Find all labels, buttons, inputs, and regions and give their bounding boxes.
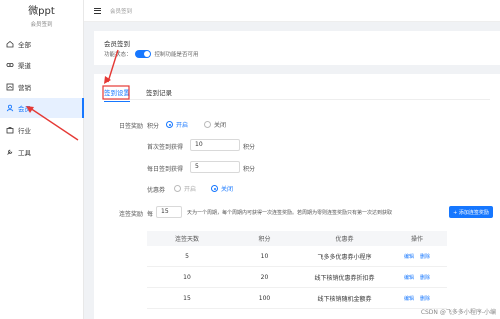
first-sign-unit: 积分	[243, 144, 256, 151]
daily-sign-label: 每日签到获得	[147, 166, 184, 173]
coupon-on-radio[interactable]: 开启	[174, 184, 196, 193]
coupon-cell: 线下核销优惠券折扣券	[314, 274, 375, 282]
sidebar-item-label: 行业	[18, 127, 31, 135]
days-cell: 10	[183, 273, 191, 281]
edit-link[interactable]: 编辑	[404, 254, 414, 260]
sidebar-item-label: 工具	[18, 149, 31, 157]
brand-subtitle: 会员签到	[30, 22, 53, 28]
table-header: 连签天数 积分 优惠券 操作	[147, 231, 447, 246]
points-cell: 100	[258, 294, 271, 302]
coupon-off-radio[interactable]: 关闭	[211, 184, 233, 193]
column-header: 操作	[410, 236, 423, 243]
table-row: 15 100 线下核销随机金额券 编辑 删除	[147, 288, 447, 309]
sidebar-item-all[interactable]: 全部	[0, 34, 84, 54]
radio-dot	[174, 185, 181, 192]
sidebar-item-tools[interactable]: 工具	[0, 142, 84, 162]
points-off-radio[interactable]: 关闭	[204, 120, 226, 129]
radio-label: 开启	[184, 186, 197, 193]
wrench-icon	[6, 148, 14, 156]
sidebar-item-marketing[interactable]: 营销	[0, 77, 84, 97]
edit-link[interactable]: 编辑	[404, 275, 414, 281]
delete-link[interactable]: 删除	[420, 296, 430, 302]
daily-sign-input[interactable]: 5	[190, 161, 240, 173]
radio-dot	[166, 121, 173, 128]
table-row: 5 10 飞多多优惠券小程序 编辑 删除	[147, 246, 447, 267]
sidebar-item-label: 营销	[18, 84, 31, 92]
streak-prefix: 每	[147, 211, 154, 218]
link-icon	[6, 61, 14, 69]
column-header: 优惠券	[335, 236, 354, 243]
delete-link[interactable]: 删除	[420, 275, 430, 281]
coupon-cell: 线下核销随机金额券	[317, 295, 372, 303]
daily-reward-label: 日签奖励	[119, 123, 144, 130]
settings-panel: 签到设置 签到记录 日签奖励 积分 开启 关闭 首次签到获得 10 积分 每日签…	[94, 74, 500, 319]
points-cell: 10	[260, 252, 269, 260]
table-row: 10 20 线下核销优惠券折扣券 编辑 删除	[147, 267, 447, 288]
points-label: 积分	[147, 123, 160, 130]
sidebar-item-label: 会员	[18, 105, 31, 113]
sidebar-item-label: 渠道	[18, 62, 31, 70]
days-cell: 5	[185, 252, 189, 260]
sidebar: 微ppt 会员签到 全部 渠道 营销 会员 行业 工具	[0, 0, 84, 319]
first-sign-label: 首次签到获得	[147, 144, 184, 151]
sidebar-item-channel[interactable]: 渠道	[0, 55, 84, 75]
add-streak-reward-button[interactable]: + 添加连签奖励	[449, 206, 493, 218]
tab-divider	[104, 99, 490, 100]
daily-sign-unit: 积分	[243, 166, 256, 173]
column-header: 积分	[258, 236, 271, 243]
streak-reward-table: 连签天数 积分 优惠券 操作 5 10 飞多多优惠券小程序 编辑 删除 10 2…	[147, 231, 447, 309]
breadcrumb: 会员签到	[110, 8, 133, 15]
streak-days-input[interactable]: 15	[156, 206, 182, 218]
actions-cell: 编辑 删除	[387, 253, 447, 260]
edit-link[interactable]: 编辑	[404, 296, 414, 302]
days-cell: 15	[183, 294, 191, 302]
first-sign-input[interactable]: 10	[190, 139, 240, 151]
watermark: CSDN @飞多多小程序-小编	[420, 309, 496, 316]
sidebar-item-industry[interactable]: 行业	[0, 120, 84, 140]
status-label: 功能状态：	[104, 52, 132, 58]
actions-cell: 编辑 删除	[387, 274, 447, 281]
points-cell: 20	[260, 273, 269, 281]
status-hint: 控制功能是否可用	[154, 52, 199, 58]
radio-dot	[204, 121, 211, 128]
actions-cell: 编辑 删除	[387, 295, 447, 302]
coupon-label: 优惠券	[147, 187, 166, 194]
streak-label: 连签奖励	[119, 211, 144, 218]
sidebar-item-label: 全部	[18, 41, 31, 49]
brand-title: 微ppt	[28, 6, 55, 17]
sidebar-item-member[interactable]: 会员	[0, 98, 84, 118]
status-row: 功能状态： 控制功能是否可用	[104, 50, 199, 58]
streak-description: 天为一个周期，每个周期内可获得一次连签奖励。若周期为零则连签奖励只有第一次达到获…	[187, 210, 393, 216]
status-toggle[interactable]	[134, 50, 151, 58]
topbar: 会员签到	[84, 0, 500, 22]
radio-label: 关闭	[221, 186, 234, 193]
radio-label: 开启	[176, 122, 189, 129]
menu-toggle-icon[interactable]	[94, 7, 101, 14]
delete-link[interactable]: 删除	[420, 254, 430, 260]
radio-dot	[211, 185, 218, 192]
points-on-radio[interactable]: 开启	[166, 120, 188, 129]
user-icon	[6, 104, 14, 112]
briefcase-icon	[6, 126, 14, 134]
radio-label: 关闭	[214, 122, 227, 129]
chart-icon	[6, 83, 14, 91]
feature-status-panel: 会员签到 功能状态： 控制功能是否可用	[94, 31, 500, 65]
panel-title: 会员签到	[104, 40, 130, 48]
home-icon	[6, 40, 14, 48]
column-header: 连签天数	[174, 236, 199, 243]
coupon-cell: 飞多多优惠券小程序	[317, 253, 372, 261]
brand: 微ppt 会员签到	[0, 0, 83, 34]
